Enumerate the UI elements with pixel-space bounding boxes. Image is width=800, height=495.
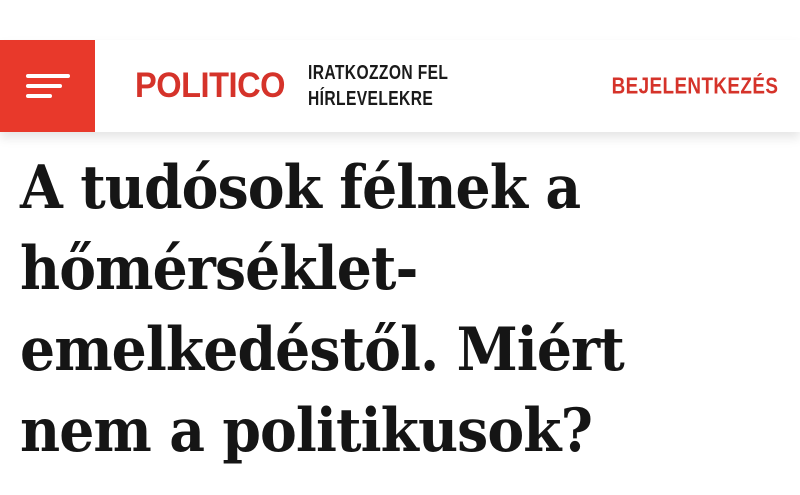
- article-page: POLITICO IRATKOZZON FEL HÍRLEVELEKRE BEJ…: [0, 0, 800, 495]
- menu-button[interactable]: [0, 40, 95, 132]
- headline-line: emelkedéstől. Miért: [20, 315, 625, 385]
- top-strip: [0, 0, 800, 40]
- newsletter-signup-line-2: HÍRLEVELEKRE: [308, 88, 434, 110]
- site-logo[interactable]: POLITICO: [135, 66, 285, 106]
- login-link[interactable]: BEJELENTKEZÉS: [611, 73, 778, 100]
- headline-line: nem a politikusok?: [20, 396, 593, 466]
- site-header: POLITICO IRATKOZZON FEL HÍRLEVELEKRE BEJ…: [0, 40, 800, 132]
- hamburger-menu-icon: [25, 71, 70, 101]
- headline-line: A tudósok félnek a: [20, 153, 581, 223]
- newsletter-signup-link[interactable]: IRATKOZZON FEL HÍRLEVELEKRE: [308, 60, 448, 112]
- headline-line: hőmérséklet-: [20, 234, 418, 304]
- article-headline: A tudósok félnek a hőmérséklet- emelkedé…: [20, 148, 790, 472]
- newsletter-signup-line-1: IRATKOZZON FEL: [308, 62, 449, 84]
